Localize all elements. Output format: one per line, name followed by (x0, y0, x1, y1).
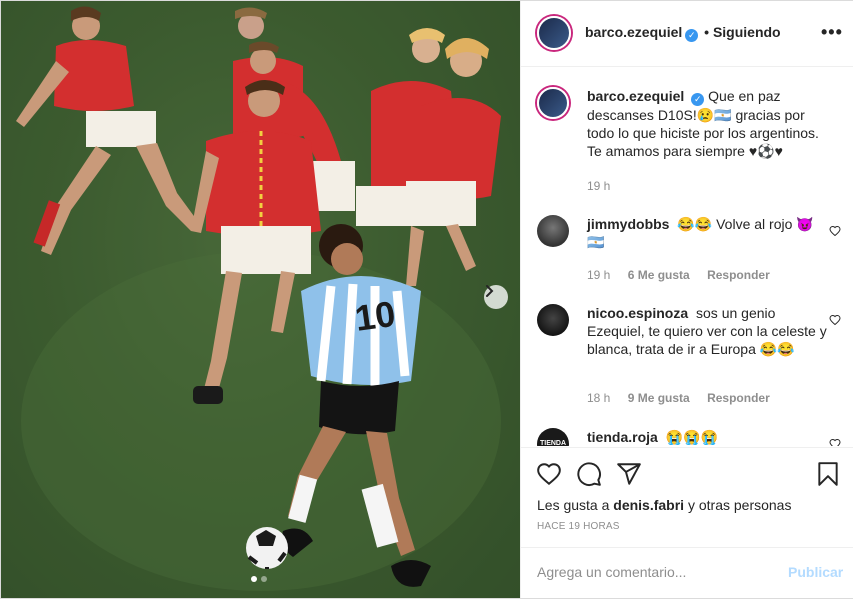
liker-username[interactable]: denis.fabri (613, 497, 684, 513)
heart-icon[interactable] (536, 461, 562, 487)
post-side-panel: barco.ezequiel ✓ • Siguiendo ••• barco.ez… (520, 1, 853, 598)
commenter-avatar[interactable]: TIENDA (537, 428, 569, 446)
caption-avatar[interactable] (537, 87, 569, 119)
carousel-dot-active (251, 576, 257, 582)
comment-like-icon[interactable] (829, 314, 841, 326)
comment-input[interactable] (537, 560, 767, 584)
next-slide-button[interactable] (484, 285, 508, 309)
comment-time[interactable]: 19 h (587, 268, 610, 282)
bookmark-icon[interactable] (815, 461, 841, 487)
comment-text: 😭😭😭 (665, 429, 718, 445)
carousel-indicator (251, 576, 267, 582)
more-icon[interactable]: ••• (821, 23, 843, 41)
comment-meta: 19 h 6 Me gusta Responder (587, 268, 784, 282)
chevron-right-icon (486, 285, 494, 297)
caption-meta: 19 h (587, 179, 624, 193)
likes-suffix[interactable]: y otras personas (688, 497, 792, 513)
comment-composer: Publicar (521, 547, 853, 598)
follow-status[interactable]: • Siguiendo (704, 24, 780, 40)
reply-button[interactable]: Responder (707, 391, 770, 405)
comments-list: barco.ezequiel ✓ Que en paz descanses D10… (521, 68, 853, 446)
comment-body: jimmydobbs 😂😂 Volve al rojo 😈 🇦🇷 (587, 215, 832, 251)
comment-likes[interactable]: 6 Me gusta (628, 268, 690, 282)
post-actions: Les gusta a denis.fabri y otras personas… (521, 447, 853, 547)
likes-summary: Les gusta a denis.fabri y otras personas (537, 497, 791, 513)
author-avatar[interactable] (537, 16, 571, 50)
caption-username[interactable]: barco.ezequiel (587, 88, 684, 104)
svg-text:10: 10 (352, 293, 397, 339)
comment-body: tienda.roja 😭😭😭 (587, 428, 832, 446)
likes-prefix: Les gusta a (537, 497, 610, 513)
caption-body: barco.ezequiel ✓ Que en paz descanses D10… (587, 87, 832, 160)
publish-button[interactable]: Publicar (788, 564, 843, 580)
commenter-avatar[interactable] (537, 304, 569, 336)
post-header: barco.ezequiel ✓ • Siguiendo ••• (521, 1, 853, 67)
comment-like-icon[interactable] (829, 438, 841, 446)
author-username[interactable]: barco.ezequiel (585, 24, 682, 40)
author-line: barco.ezequiel ✓ • Siguiendo (585, 24, 781, 42)
carousel-dot (261, 576, 267, 582)
caption-time[interactable]: 19 h (587, 179, 610, 193)
football-scene-illustration: 10 (1, 1, 520, 598)
commenter-avatar[interactable] (537, 215, 569, 247)
comment-like-icon[interactable] (829, 225, 841, 237)
comment-time[interactable]: 18 h (587, 391, 610, 405)
share-icon[interactable] (616, 461, 642, 487)
comment-icon[interactable] (576, 461, 602, 487)
comment-username[interactable]: tienda.roja (587, 429, 658, 445)
verified-icon: ✓ (685, 29, 699, 42)
post-photo[interactable]: 10 (1, 1, 520, 598)
comment-meta: 18 h 9 Me gusta Responder (587, 391, 784, 405)
reply-button[interactable]: Responder (707, 268, 770, 282)
post-timestamp[interactable]: HACE 19 HORAS (537, 521, 620, 532)
comment-likes[interactable]: 9 Me gusta (628, 391, 690, 405)
comment-username[interactable]: nicoo.espinoza (587, 305, 688, 321)
comment-body: nicoo.espinoza sos un genio Ezequiel, te… (587, 304, 832, 358)
comment-username[interactable]: jimmydobbs (587, 216, 669, 232)
post-dialog: 10 barco.ezequiel ✓ • Siguiendo ••• barc… (0, 0, 853, 599)
verified-icon: ✓ (691, 93, 705, 106)
football (246, 527, 288, 569)
